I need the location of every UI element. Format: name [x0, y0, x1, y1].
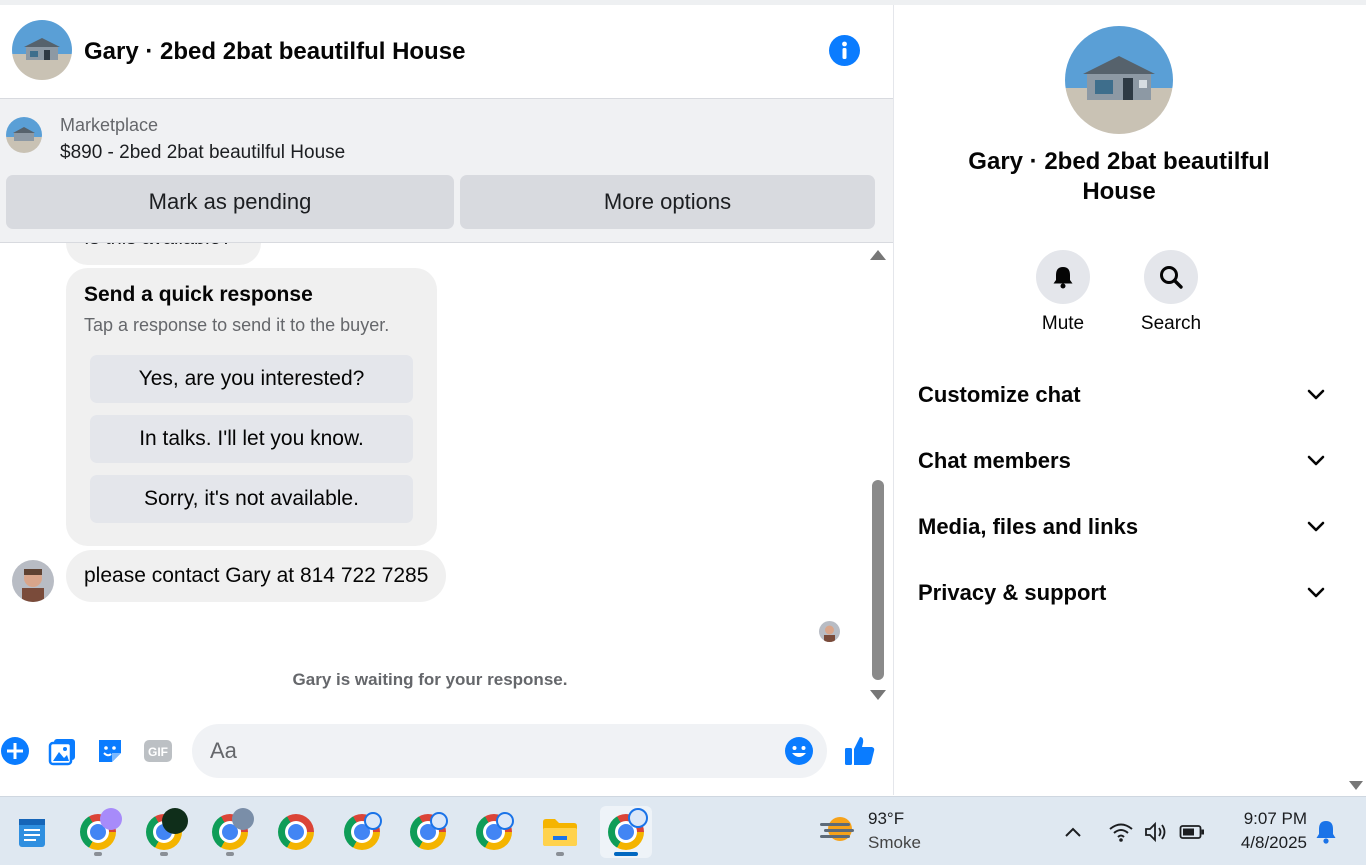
info-icon[interactable]	[829, 35, 860, 66]
quick-response-title: Send a quick response	[84, 283, 313, 306]
chevron-down-icon	[1307, 521, 1325, 532]
message-bubble-partial: Is this available?	[66, 243, 261, 265]
profile-badge-icon	[364, 812, 382, 830]
chevron-down-icon	[1307, 587, 1325, 598]
bell-icon	[1053, 267, 1073, 289]
taskbar-chrome-active[interactable]	[600, 806, 652, 858]
folder-icon	[543, 819, 577, 846]
sender-avatar[interactable]	[12, 560, 54, 602]
taskbar-chrome-4[interactable]	[270, 806, 322, 858]
mark-as-pending-button[interactable]: Mark as pending	[6, 175, 454, 229]
message-input[interactable]	[192, 724, 827, 778]
notepad-icon	[19, 819, 45, 847]
accordion-media-files-links[interactable]: Media, files and links	[918, 505, 1326, 549]
plus-circle-icon[interactable]	[0, 736, 30, 766]
sticker-icon[interactable]	[95, 736, 125, 766]
waiting-status-text: Gary is waiting for your response.	[292, 670, 568, 689]
chat-avatar[interactable]	[12, 20, 72, 80]
taskbar-chrome-7[interactable]	[468, 806, 520, 858]
quick-response-option[interactable]: Yes, are you interested?	[90, 355, 413, 403]
chat-header: Gary · 2bed 2bat beautilful House	[0, 5, 893, 98]
listing-thumbnail[interactable]	[6, 117, 42, 153]
taskbar-file-explorer[interactable]	[534, 806, 586, 858]
chevron-down-icon	[1307, 455, 1325, 466]
weather-description[interactable]: Smoke	[868, 833, 921, 853]
chevron-down-icon	[1307, 389, 1325, 400]
info-avatar[interactable]	[1065, 26, 1173, 134]
quick-response-option[interactable]: Sorry, it's not available.	[90, 475, 413, 523]
profile-badge-icon	[100, 808, 122, 830]
wifi-icon[interactable]	[1108, 819, 1134, 845]
page-scroll-down-arrow[interactable]	[1349, 781, 1363, 790]
weather-temperature[interactable]: 93°F	[868, 809, 904, 829]
profile-badge-icon	[628, 808, 648, 828]
scroll-up-arrow[interactable]	[870, 250, 886, 260]
accordion-label: Privacy & support	[918, 580, 1107, 605]
chat-pane: Gary · 2bed 2bat beautilful House Market…	[0, 5, 893, 795]
notification-bell-icon[interactable]	[1313, 819, 1339, 845]
chat-title[interactable]: Gary · 2bed 2bat beautilful House	[84, 38, 465, 66]
profile-badge-icon	[232, 808, 254, 830]
volume-icon[interactable]	[1143, 819, 1169, 845]
clock-date[interactable]: 4/8/2025	[1227, 833, 1307, 853]
listing-category: Marketplace	[60, 115, 159, 135]
accordion-customize-chat[interactable]: Customize chat	[918, 373, 1326, 417]
emoji-icon[interactable]	[784, 736, 814, 766]
taskbar: 93°F Smoke 9:07 PM 4/8/2025	[0, 796, 1366, 865]
photo-icon[interactable]	[48, 736, 78, 766]
quick-response-subtitle: Tap a response to send it to the buyer.	[84, 315, 390, 335]
taskbar-chrome-6[interactable]	[402, 806, 454, 858]
search-button[interactable]	[1144, 250, 1198, 304]
message-bubble-contact: please contact Gary at 814 722 7285	[66, 550, 447, 602]
taskbar-chrome-5[interactable]	[336, 806, 388, 858]
quick-response-card: Send a quick response Tap a response to …	[66, 268, 437, 546]
scrollbar-thumb[interactable]	[872, 480, 884, 680]
marketplace-listing-banner: Marketplace $890 - 2bed 2bat beautilful …	[0, 98, 893, 243]
accordion-label: Media, files and links	[918, 514, 1139, 539]
profile-badge-icon	[496, 812, 514, 830]
mute-label: Mute	[1041, 313, 1085, 334]
accordion-label: Customize chat	[918, 382, 1081, 407]
search-icon	[1160, 266, 1183, 289]
listing-price-title[interactable]: $890 - 2bed 2bat beautilful House	[60, 142, 345, 164]
profile-badge-icon	[430, 812, 448, 830]
taskbar-notepad[interactable]	[6, 806, 58, 858]
seen-indicator-avatar	[819, 621, 840, 642]
gif-icon[interactable]: GIF	[143, 736, 173, 766]
conversation-info-panel: Gary · 2bed 2bat beautilful House Mute S…	[894, 5, 1346, 795]
taskbar-chrome-1[interactable]	[72, 806, 124, 858]
more-options-button[interactable]: More options	[460, 175, 875, 229]
svg-text:GIF: GIF	[148, 745, 168, 759]
taskbar-chrome-3[interactable]	[204, 806, 256, 858]
chevron-up-icon[interactable]	[1060, 819, 1086, 845]
message-composer: GIF	[0, 720, 893, 782]
chrome-icon	[278, 814, 314, 850]
search-label: Search	[1140, 313, 1202, 334]
mute-button[interactable]	[1036, 250, 1090, 304]
thumbs-up-icon[interactable]	[843, 734, 877, 768]
info-title: Gary · 2bed 2bat beautilful House	[968, 148, 1270, 205]
message-list[interactable]: Is this available? Send a quick response…	[0, 243, 893, 713]
weather-icon[interactable]	[818, 813, 858, 849]
accordion-label: Chat members	[918, 448, 1071, 473]
quick-response-option[interactable]: In talks. I'll let you know.	[90, 415, 413, 463]
accordion-privacy-support[interactable]: Privacy & support	[918, 571, 1326, 615]
scroll-down-arrow[interactable]	[870, 690, 886, 700]
profile-badge-icon	[162, 808, 188, 834]
accordion-chat-members[interactable]: Chat members	[918, 439, 1326, 483]
battery-icon[interactable]	[1179, 819, 1205, 845]
taskbar-chrome-2[interactable]	[138, 806, 190, 858]
clock-time[interactable]: 9:07 PM	[1227, 809, 1307, 829]
